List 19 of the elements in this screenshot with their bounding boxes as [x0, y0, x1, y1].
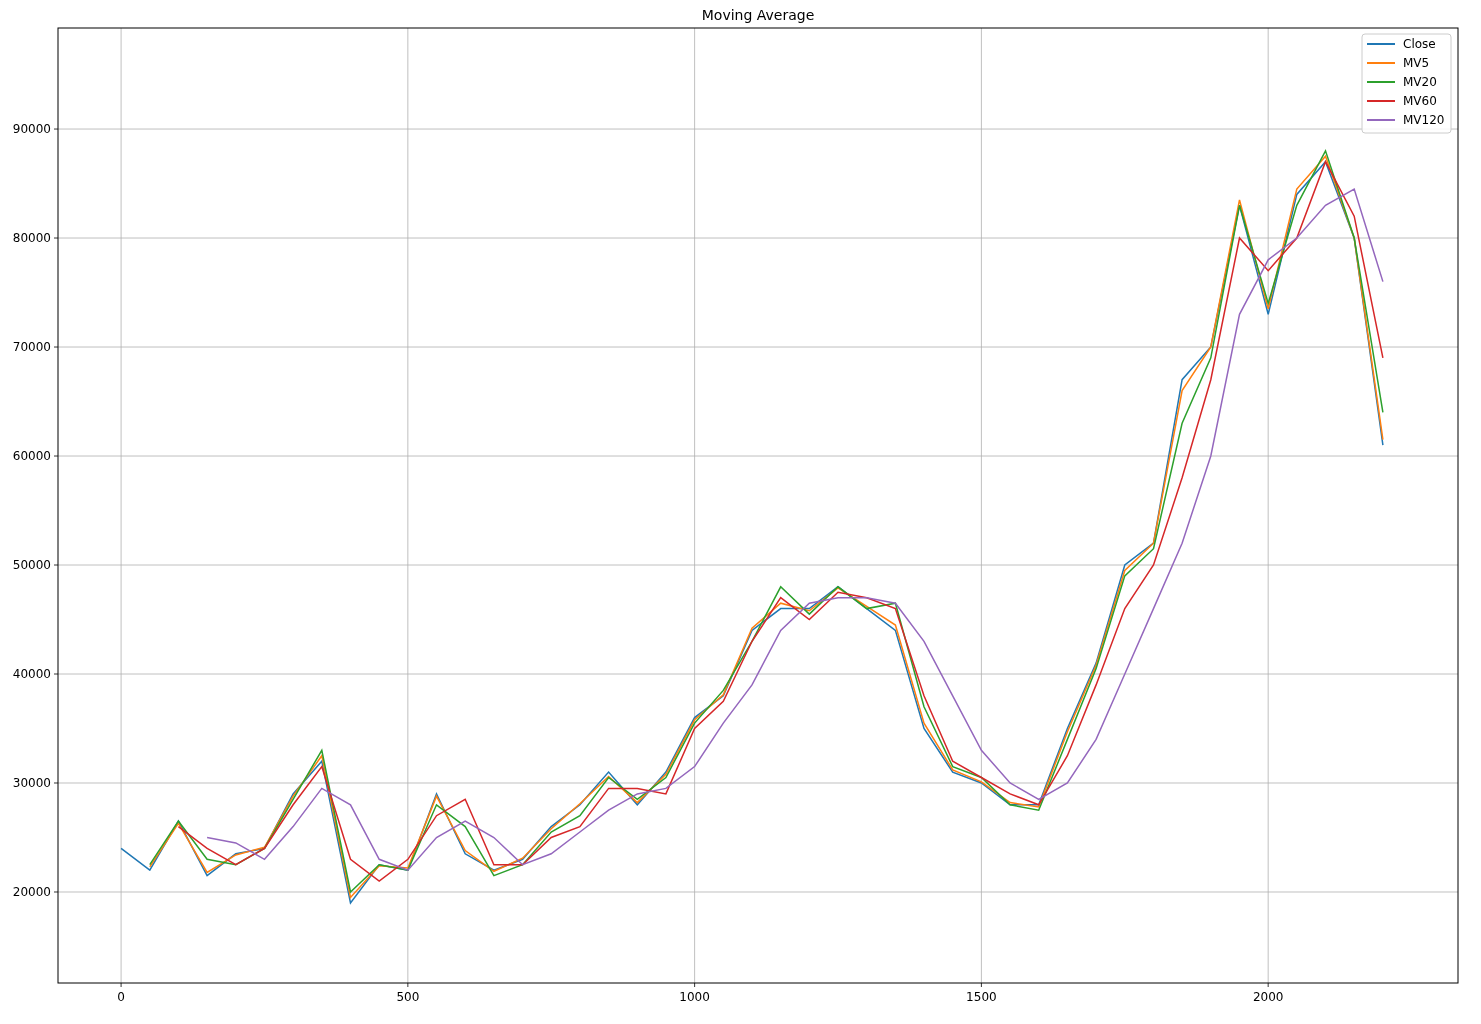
tick-label: 30000 — [12, 776, 51, 790]
tick-label: 1500 — [966, 990, 997, 1004]
legend-label: MV20 — [1403, 75, 1437, 89]
tick-label: 50000 — [12, 558, 51, 572]
tick-label: 1000 — [679, 990, 710, 1004]
legend-label: Close — [1403, 37, 1436, 51]
tick-label: 2000 — [1252, 990, 1284, 1004]
tick-label: 20000 — [12, 885, 51, 899]
tick-label: 70000 — [12, 340, 51, 354]
tick-label: 60000 — [12, 449, 51, 463]
tick-label: 90000 — [12, 122, 51, 137]
chart-title: Moving Average — [701, 7, 815, 23]
legend-label: MV120 — [1403, 113, 1445, 127]
tick-label: 500 — [396, 990, 420, 1004]
legend-label: MV5 — [1403, 56, 1430, 70]
tick-label: 80000 — [12, 231, 51, 246]
legend-label: MV60 — [1403, 94, 1437, 108]
tick-label: 0 — [117, 990, 125, 1004]
tick-label: 40000 — [12, 667, 51, 681]
